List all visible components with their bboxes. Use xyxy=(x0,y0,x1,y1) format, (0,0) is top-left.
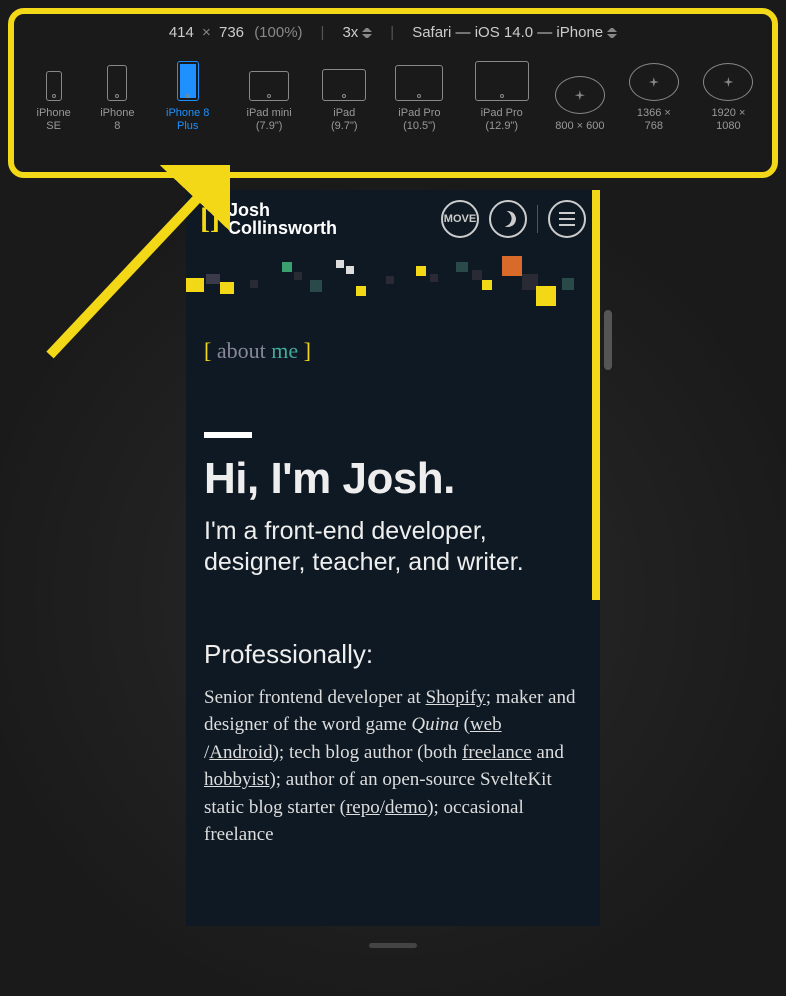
bio-paragraph: Senior frontend developer at Shopify; ma… xyxy=(204,684,582,849)
updown-icon xyxy=(607,26,617,40)
device-preset-1920-1080[interactable]: 1920 × 1080 xyxy=(703,63,754,133)
separator: | xyxy=(321,24,325,41)
move-label: MOVE xyxy=(444,213,476,225)
device-icon xyxy=(629,63,679,101)
separator xyxy=(537,205,538,233)
device-label: 1366 × 768 xyxy=(629,107,679,133)
viewport-scrollbar[interactable] xyxy=(604,310,612,370)
page-heading: Hi, I'm Josh. xyxy=(204,456,582,502)
device-icon xyxy=(322,69,366,101)
device-preset-1366-768[interactable]: 1366 × 768 xyxy=(629,63,679,133)
updown-icon xyxy=(362,26,372,40)
device-preset-ipad-pro-10-5-[interactable]: iPad Pro (10.5") xyxy=(390,65,448,133)
device-pixel-ratio-select[interactable]: 3x xyxy=(342,24,372,41)
move-button[interactable]: MOVE xyxy=(441,200,479,238)
menu-button[interactable] xyxy=(548,200,586,238)
device-preset-ipad-mini-7-9-[interactable]: iPad mini (7.9") xyxy=(240,71,298,133)
link-freelance[interactable]: freelance xyxy=(462,742,532,763)
link-shopify[interactable]: Shopify xyxy=(426,687,486,708)
device-label: iPad (9.7") xyxy=(322,107,366,133)
link-hobbyist[interactable]: hobbyist xyxy=(204,769,269,790)
scale-value: 3x xyxy=(342,24,358,41)
device-preset-iphone-8-plus[interactable]: iPhone 8 Plus xyxy=(159,61,216,133)
dimension-x: × xyxy=(202,24,211,41)
device-preset-iphone-8[interactable]: iPhone 8 xyxy=(99,65,135,133)
device-icon xyxy=(107,65,127,101)
logo-bracket-icon: [] xyxy=(200,202,220,236)
link-android[interactable]: Android xyxy=(209,742,272,763)
device-label: iPhone SE xyxy=(32,107,75,133)
logo-line2: Collinsworth xyxy=(228,219,337,237)
viewport-height: 736 xyxy=(219,24,244,41)
device-preset-ipad-9-7-[interactable]: iPad (9.7") xyxy=(322,69,366,133)
device-label: iPhone 8 Plus xyxy=(159,107,216,133)
device-preset-ipad-pro-12-9-[interactable]: iPad Pro (12.9") xyxy=(473,61,531,133)
responsive-design-toolbar: 414 × 736 (100%) | 3x | Safari — iOS 14.… xyxy=(8,8,778,178)
device-icon xyxy=(555,76,605,114)
separator: | xyxy=(390,24,394,41)
device-icon xyxy=(395,65,443,101)
simulated-viewport: [] Josh Collinsworth MOVE [ about me ] H… xyxy=(186,190,600,926)
dark-mode-toggle[interactable] xyxy=(489,200,527,238)
device-label: iPhone 8 xyxy=(99,107,135,133)
viewport-dimensions[interactable]: 414 × 736 (100%) xyxy=(169,24,303,41)
decorative-pixels xyxy=(186,256,600,314)
logo-line1: Josh xyxy=(228,201,337,219)
site-logo[interactable]: [] Josh Collinsworth xyxy=(200,201,337,237)
device-icon xyxy=(703,63,753,101)
device-label: 800 × 600 xyxy=(555,120,604,133)
device-label: iPad mini (7.9") xyxy=(240,107,298,133)
ua-value: Safari — iOS 14.0 — iPhone xyxy=(412,24,603,41)
device-icon xyxy=(46,71,62,101)
device-label: iPad Pro (10.5") xyxy=(390,107,448,133)
device-icon xyxy=(177,61,199,101)
device-icon xyxy=(475,61,529,101)
highlight-edge xyxy=(592,190,600,600)
section-heading: Professionally: xyxy=(204,639,582,670)
zoom-percent: (100%) xyxy=(254,24,302,41)
link-web[interactable]: web xyxy=(470,714,502,735)
heading-rule xyxy=(204,432,252,438)
device-preset-800-600[interactable]: 800 × 600 xyxy=(555,76,605,133)
device-icon xyxy=(249,71,289,101)
device-label: iPad Pro (12.9") xyxy=(473,107,531,133)
user-agent-select[interactable]: Safari — iOS 14.0 — iPhone xyxy=(412,24,617,41)
viewport-width: 414 xyxy=(169,24,194,41)
resize-handle[interactable] xyxy=(369,943,417,948)
page-subtitle: [ about me ] xyxy=(186,314,600,372)
device-label: 1920 × 1080 xyxy=(703,107,754,133)
link-repo[interactable]: repo xyxy=(346,797,380,818)
page-subheading: I'm a front-end developer, designer, tea… xyxy=(204,516,582,579)
moon-icon xyxy=(498,209,519,230)
link-demo[interactable]: demo xyxy=(385,797,427,818)
device-preset-iphone-se[interactable]: iPhone SE xyxy=(32,71,75,133)
